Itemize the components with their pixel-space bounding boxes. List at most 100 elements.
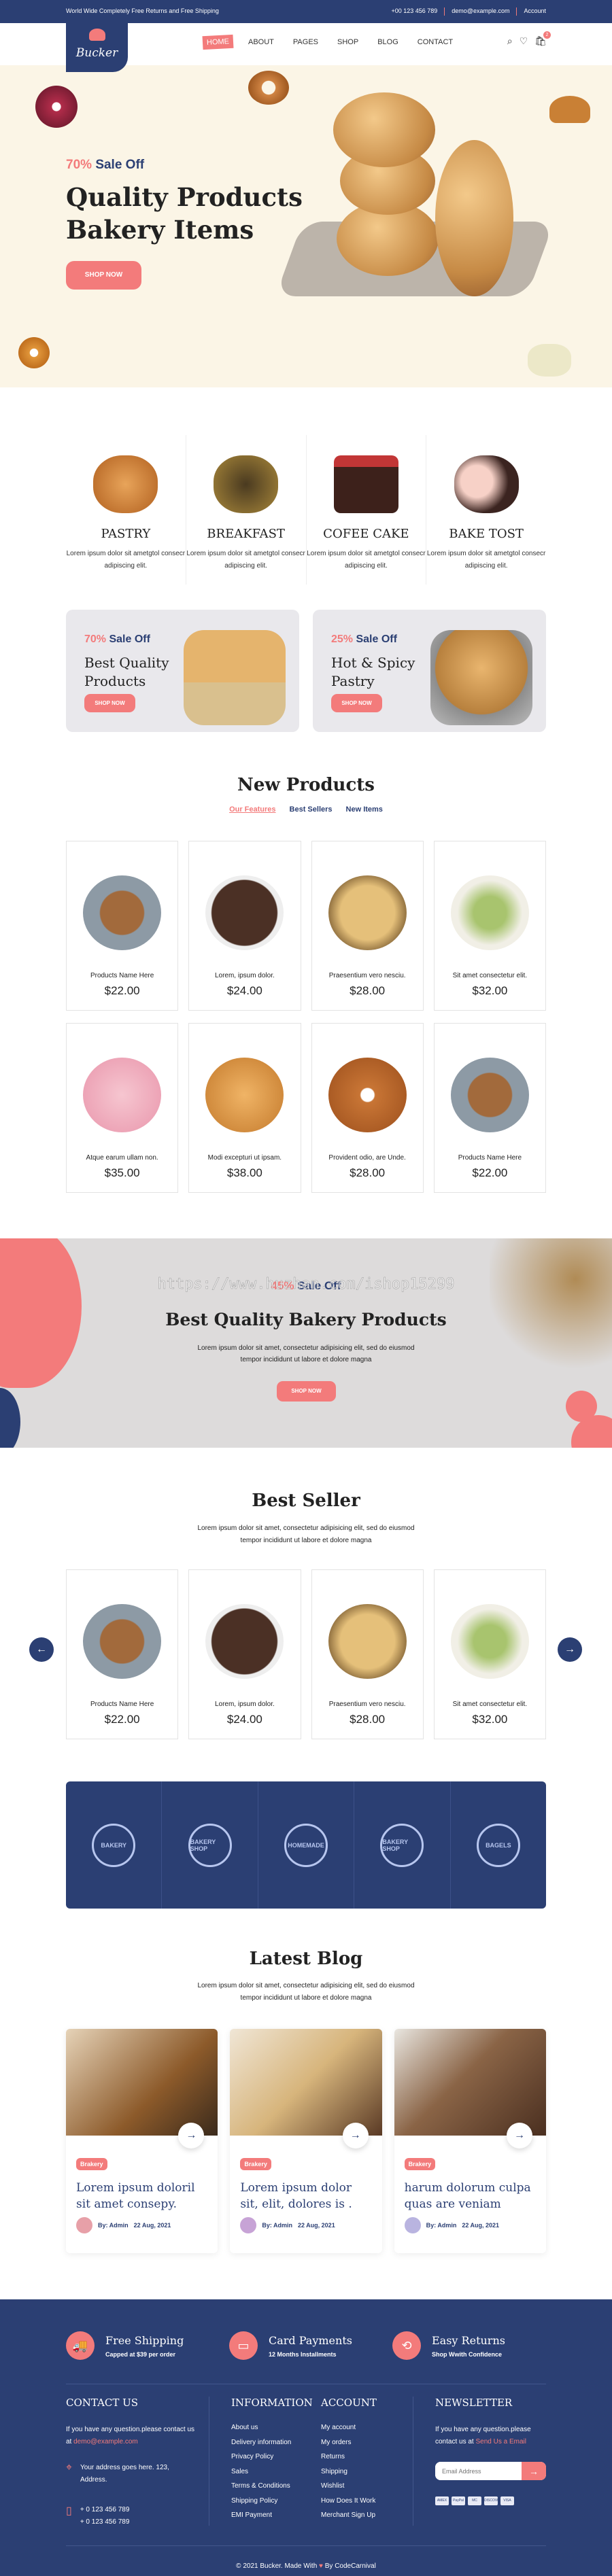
offer-banner[interactable]: 25% Sale Off Hot & Spicy Pastry SHOP NOW (313, 610, 546, 732)
footer-link[interactable]: Sales (231, 2468, 313, 2483)
offer-banner[interactable]: 70% Sale Off Best Quality Products SHOP N… (66, 610, 299, 732)
visa-icon: VISA (500, 2496, 514, 2505)
account-link[interactable]: Account (524, 7, 546, 16)
blog-card[interactable]: → Brakery Lorem ipsum doloril sit amet con… (66, 2029, 218, 2253)
amex-icon: AMEX (435, 2496, 449, 2505)
product-card[interactable]: Atque earum ullam non. $35.00 (66, 1023, 179, 1193)
product-card[interactable]: Provident odio, are Unde. $28.00 (311, 1023, 424, 1193)
p: + 0 123 456 789 + 0 123 456 789 (80, 2504, 130, 2528)
tab-our-features[interactable]: Our Features (229, 805, 275, 814)
product-card[interactable]: Products Name Here $22.00 (66, 841, 179, 1011)
brand-logo[interactable]: BAGELS (451, 1781, 546, 1909)
product-card[interactable]: Products Name Here $22.00 (66, 1569, 179, 1739)
next-arrow-button[interactable]: → (558, 1637, 582, 1662)
brand-logo[interactable]: HOMEMADE (258, 1781, 355, 1909)
p: Lorem ipsum dolor sit ametgtol consecr a… (66, 550, 186, 570)
blog-title[interactable]: harum dolorum culpa quas are veniam (405, 2180, 536, 2212)
footer-link[interactable]: Terms & Conditions (231, 2482, 313, 2497)
contact-email-link[interactable]: demo@example.com (73, 2438, 138, 2446)
nav-blog[interactable]: BLOG (373, 35, 403, 49)
brand-logos: BAKERY BAKERY SHOP HOMEMADE BAKERY SHOP … (66, 1781, 546, 1909)
img (230, 2029, 382, 2136)
serif: BAKE TOST (449, 527, 524, 541)
logo[interactable]: Bucker (66, 23, 128, 72)
banner-shop-now-button[interactable]: SHOP NOW (331, 694, 382, 712)
croissant-image (93, 455, 158, 513)
promo-shop-now-button[interactable]: SHOP NOW (277, 1381, 336, 1402)
span: Hot & Spicy (331, 655, 415, 671)
breakfast-image (214, 455, 279, 513)
hero-shop-now-button[interactable]: SHOP NOW (66, 261, 141, 290)
subscribe-button[interactable]: → (522, 2462, 546, 2480)
footer: 🚚 Free Shipping Capped at $39 per order ▭ C… (0, 2299, 612, 2576)
blog-title[interactable]: Lorem ipsum dolor sit, elit, dolores is … (240, 2180, 371, 2212)
footer-link[interactable]: Privacy Policy (231, 2453, 313, 2468)
promo-text: Lorem ipsum dolor sit amet, consectetur … (0, 1342, 612, 1365)
div: ⌖ Your address goes here. 123, Address. (66, 2462, 195, 2486)
n: Products Name Here (90, 1701, 154, 1708)
hero-section: 70% Sale Off Quality Products Bakery Item… (0, 65, 612, 387)
p: $24.00 (226, 984, 262, 997)
prev-arrow-button[interactable]: ← (29, 1637, 54, 1662)
product-card[interactable]: Sit amet consectetur elit. $32.00 (433, 1569, 546, 1739)
p: If you have any question.please contact … (66, 2424, 195, 2448)
footer-link[interactable]: My account (321, 2424, 377, 2439)
email-link[interactable]: demo@example.com (452, 7, 509, 16)
shipping-promo: World Wide Completely Free Returns and F… (66, 7, 219, 14)
brand-logo[interactable]: BAKERY SHOP (162, 1781, 258, 1909)
cart-icon[interactable]: 🛍 2 (534, 31, 551, 47)
heart-icon[interactable]: ♡ (520, 35, 528, 47)
promo-banner: 45% Sale Off https://www.huzhan.com/isho… (0, 1238, 612, 1448)
banner-shop-now-button[interactable]: SHOP NOW (84, 694, 135, 712)
product-card[interactable]: Lorem, ipsum dolor. $24.00 (188, 841, 301, 1011)
n: Lorem, ipsum dolor. (214, 972, 275, 979)
product-card[interactable]: Products Name Here $22.00 (433, 1023, 546, 1193)
nav-about[interactable]: ABOUT (244, 35, 278, 49)
brand-logo[interactable]: BAKERY SHOP (354, 1781, 451, 1909)
send-email-link[interactable]: Send Us a Email (475, 2438, 526, 2446)
footer-link[interactable]: About us (231, 2424, 313, 2439)
search-icon[interactable]: ⌕ (507, 35, 513, 47)
brand-logo[interactable]: BAKERY (66, 1781, 163, 1909)
span: Products (84, 673, 146, 689)
blog-card[interactable]: → Brakery Lorem ipsum dolor sit, elit, dol… (230, 2029, 382, 2253)
blog-card[interactable]: → Brakery harum dolorum culpa quas are ven… (394, 2029, 546, 2253)
product-card[interactable]: Modi excepturi ut ipsam. $38.00 (188, 1023, 301, 1193)
nav-home[interactable]: HOME (202, 34, 234, 50)
product-card[interactable]: Praesentium vero nesciu. $28.00 (311, 841, 424, 1011)
nav-pages[interactable]: PAGES (289, 35, 322, 49)
footer-link[interactable]: How Does It Work (321, 2497, 377, 2512)
footer-link[interactable]: EMI Payment (231, 2511, 313, 2526)
category-cofee-cake[interactable]: COFEE CAKE Lorem ipsum dolor sit ametgtol… (307, 435, 427, 585)
tab-best-sellers[interactable]: Best Sellers (290, 805, 333, 814)
arrow-right-icon[interactable]: → (342, 2123, 369, 2148)
p: $28.00 (350, 984, 386, 997)
category-breakfast[interactable]: BREAKFAST Lorem ipsum dolor sit ametgtol … (186, 435, 307, 585)
phone-link[interactable]: +00 123 456 789 (391, 7, 437, 16)
footer-link[interactable]: Returns (321, 2453, 377, 2468)
email-input[interactable] (435, 2462, 522, 2480)
category-pastry[interactable]: PASTRY Lorem ipsum dolor sit ametgtol con… (66, 435, 186, 585)
footer-link[interactable]: Delivery information (231, 2439, 313, 2454)
span: 22 Aug, 2021 (133, 2222, 171, 2229)
footer-link[interactable]: My orders (321, 2439, 377, 2454)
footer-link[interactable]: Shipping (321, 2468, 377, 2483)
product-card[interactable]: Sit amet consectetur elit. $32.00 (433, 841, 546, 1011)
footer-link[interactable]: Shipping Policy (231, 2497, 313, 2512)
span: Best Quality (84, 655, 169, 671)
span: + 0 123 456 789 (80, 2506, 130, 2513)
p: $28.00 (350, 1713, 386, 1726)
bread-loaf-image (430, 630, 532, 725)
blog-title[interactable]: Lorem ipsum doloril sit amet consepy. (76, 2180, 207, 2212)
arrow-right-icon[interactable]: → (178, 2123, 205, 2148)
product-card[interactable]: Lorem, ipsum dolor. $24.00 (188, 1569, 301, 1739)
tab-new-items[interactable]: New Items (346, 805, 383, 814)
category-bake-tost[interactable]: BAKE TOST Lorem ipsum dolor sit ametgtol … (426, 435, 546, 585)
payment-methods: AMEX PayPal MC DISCOVER VISA (435, 2496, 546, 2505)
product-card[interactable]: Praesentium vero nesciu. $28.00 (311, 1569, 424, 1739)
nav-contact[interactable]: CONTACT (413, 35, 457, 49)
arrow-right-icon[interactable]: → (506, 2123, 532, 2148)
nav-shop[interactable]: SHOP (333, 35, 362, 49)
footer-link[interactable]: Wishlist (321, 2482, 377, 2497)
footer-link[interactable]: Merchant Sign Up (321, 2511, 377, 2526)
